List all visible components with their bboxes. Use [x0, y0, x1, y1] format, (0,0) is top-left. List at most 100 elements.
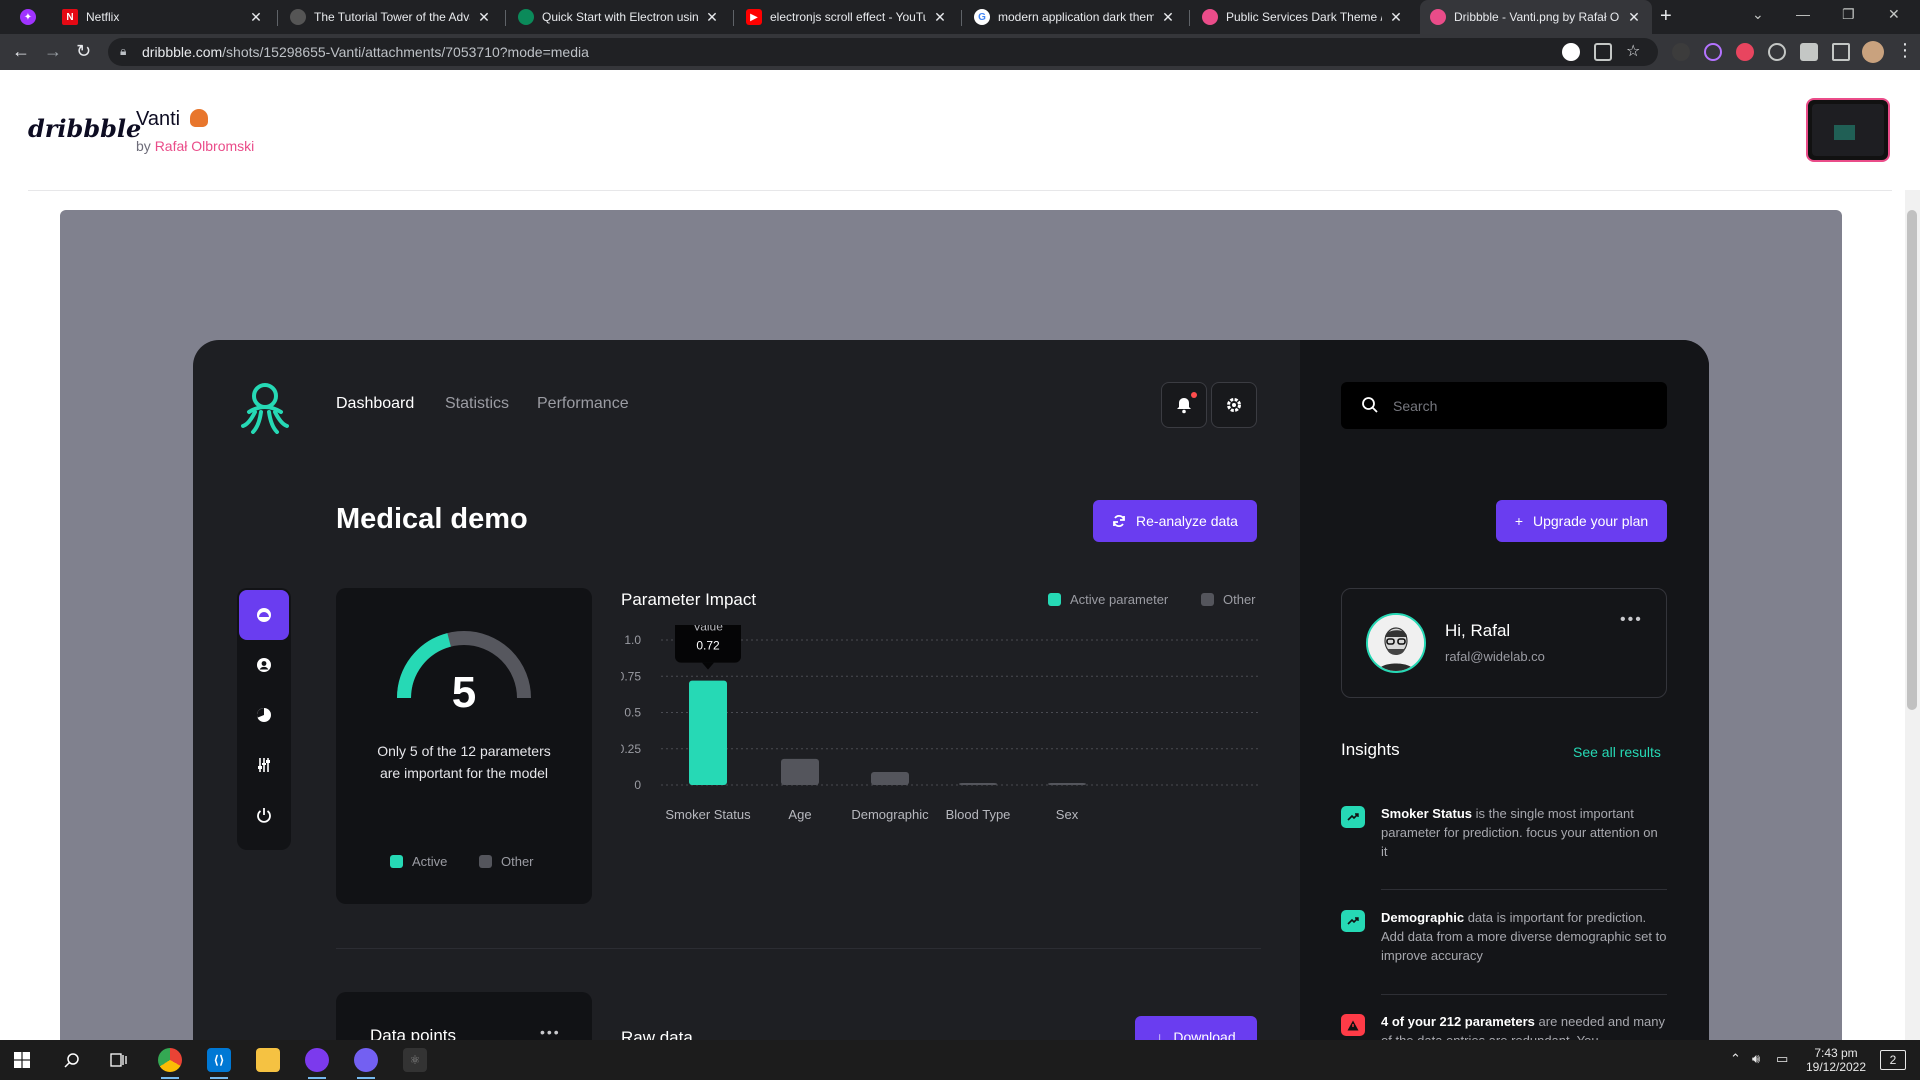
file-explorer-taskbar-icon[interactable] [256, 1048, 280, 1072]
close-tab-icon[interactable]: ✕ [1388, 9, 1404, 26]
site-icon [290, 9, 306, 25]
dribbble-icon [1430, 9, 1446, 25]
page-title: Medical demo [336, 503, 528, 535]
viber-taskbar-icon[interactable] [354, 1048, 378, 1072]
tab-tutorial-tower[interactable]: The Tutorial Tower of the Adva ✕ [280, 0, 502, 34]
dribbble-header: dribbble Vanti by Rafał Olbromski [0, 70, 1905, 190]
x-tick-label: Demographic [851, 807, 929, 822]
lock-icon: 🔒︎ [120, 44, 127, 58]
window-close-icon[interactable]: ✕ [1888, 6, 1900, 23]
more-options-icon[interactable]: ••• [540, 1024, 561, 1040]
address-bar[interactable]: 🔒︎ dribbble.com/shots/15298655-Vanti/att… [108, 38, 1658, 66]
bookmark-star-icon[interactable]: ☆ [1626, 41, 1644, 60]
tab-google-search[interactable]: G modern application dark theme ✕ [964, 0, 1186, 34]
share-icon[interactable] [1594, 43, 1612, 61]
bar-demographic [871, 771, 909, 785]
insight-item[interactable]: Demographic data is important for predic… [1341, 908, 1667, 978]
vanti-dashboard: Dashboard Statistics Performance Medical… [193, 340, 1709, 1040]
search-input[interactable]: Search [1341, 382, 1667, 429]
tab-pinned-messenger[interactable]: ✦ [10, 0, 46, 34]
menu-icon[interactable]: ⋮ [1896, 40, 1914, 61]
tab-youtube[interactable]: ▶ electronjs scroll effect - YouTub ✕ [736, 0, 958, 34]
y-tick-label: 1.0 [624, 633, 641, 647]
profile-avatar[interactable] [1862, 41, 1884, 63]
electron-app-taskbar-icon[interactable]: ⚛ [403, 1048, 427, 1072]
parameter-impact-chart: 0 0.25 0.5 0.75 1.0 Smoker Status Age Demograph… [621, 625, 1261, 822]
close-tab-icon[interactable]: ✕ [1626, 9, 1642, 26]
extension-icon[interactable] [1736, 43, 1754, 61]
extension-icon[interactable] [1768, 43, 1786, 61]
network-icon[interactable]: ▭ [1776, 1052, 1788, 1066]
tab-electron-quickstart[interactable]: Quick Start with Electron using ✕ [508, 0, 730, 34]
shot-canvas: Dashboard Statistics Performance Medical… [60, 210, 1842, 1040]
close-tab-icon[interactable]: ✕ [932, 9, 948, 26]
scrollbar-thumb[interactable] [1907, 210, 1917, 710]
site-icon [518, 9, 534, 25]
tab-search-icon[interactable]: ⌄ [1752, 6, 1764, 23]
sidebar-item-overview[interactable] [239, 590, 289, 640]
taskbar-clock[interactable]: 7:43 pm 19/12/2022 [1796, 1046, 1876, 1074]
nav-statistics[interactable]: Statistics [445, 395, 509, 413]
avatar[interactable] [1366, 613, 1426, 673]
octopus-logo-icon [241, 383, 289, 434]
vscode-taskbar-icon[interactable]: ⟨⟩ [207, 1048, 231, 1072]
puzzle-icon[interactable] [1800, 43, 1818, 61]
reload-icon[interactable]: ↻ [76, 41, 91, 62]
shot-title: Vanti [136, 108, 208, 131]
sidebar-item-filters[interactable] [239, 740, 289, 790]
new-tab-icon[interactable]: + [1660, 5, 1672, 28]
search-icon[interactable] [64, 1052, 80, 1068]
author-link[interactable]: Rafał Olbromski [155, 138, 255, 154]
forward-icon[interactable]: → [44, 41, 62, 62]
side-panel-icon[interactable] [1832, 43, 1850, 61]
y-tick-label: 0.5 [624, 706, 641, 720]
nav-performance[interactable]: Performance [537, 395, 629, 413]
sidebar-item-logout[interactable] [239, 790, 289, 840]
sidebar-item-profile[interactable] [239, 640, 289, 690]
important-parameters-card: 5 Only 5 of the 12 parameters are import… [336, 588, 592, 904]
settings-button[interactable] [1211, 382, 1257, 428]
windows-start-icon[interactable] [14, 1052, 30, 1068]
insight-item[interactable]: Smoker Status is the single most importa… [1341, 804, 1667, 874]
google-lens-icon[interactable] [1562, 43, 1580, 61]
notifications-button[interactable] [1161, 382, 1207, 428]
reanalyze-button[interactable]: Re-analyze data [1093, 500, 1257, 542]
upgrade-plan-button[interactable]: + Upgrade your plan [1496, 500, 1667, 542]
close-tab-icon[interactable]: ✕ [704, 9, 720, 26]
download-button[interactable]: ↓ Download [1135, 1016, 1257, 1040]
bar-smoker-status [689, 680, 727, 785]
tab-public-services[interactable]: Public Services Dark Theme // ✕ [1192, 0, 1414, 34]
tray-chevron-icon[interactable]: ⌃ [1730, 1052, 1741, 1066]
volume-icon[interactable]: 🔊︎ [1752, 1052, 1760, 1066]
extension-icon[interactable] [1704, 43, 1722, 61]
tab-netflix[interactable]: N Netflix ✕ [52, 0, 274, 34]
trend-up-icon [1341, 806, 1365, 828]
sidebar-item-reports[interactable] [239, 690, 289, 740]
nav-dashboard[interactable]: Dashboard [336, 395, 414, 413]
browser-toolbar: ← → ↻ 🔒︎ dribbble.com/shots/15298655-Van… [0, 34, 1920, 70]
user-circle-icon [257, 658, 271, 672]
notification-center-icon[interactable]: 2 [1880, 1050, 1906, 1070]
github-desktop-taskbar-icon[interactable] [305, 1048, 329, 1072]
tab-dribbble-vanti[interactable]: Dribbble - Vanti.png by Rafał O ✕ [1420, 0, 1652, 34]
attachment-thumbnail[interactable] [1806, 98, 1890, 162]
score-description: Only 5 of the 12 parameters are importan… [377, 743, 551, 781]
close-tab-icon[interactable]: ✕ [248, 9, 264, 26]
minimize-icon[interactable]: — [1796, 6, 1810, 22]
section-divider [336, 948, 1261, 949]
pie-chart-icon [256, 708, 271, 722]
back-icon[interactable]: ← [12, 41, 30, 62]
see-all-results-link[interactable]: See all results [1573, 744, 1661, 760]
task-view-icon[interactable] [110, 1052, 128, 1068]
dribbble-logo[interactable]: dribbble [28, 114, 141, 143]
download-icon: ↓ [1156, 1029, 1164, 1040]
y-tick-label: 0.25 [621, 742, 641, 756]
raw-data-title: Raw data [621, 1028, 693, 1040]
insight-item[interactable]: 4 of your 212 parameters are needed and … [1341, 1012, 1667, 1040]
close-tab-icon[interactable]: ✕ [476, 9, 492, 26]
chrome-taskbar-icon[interactable] [158, 1048, 182, 1072]
more-options-icon[interactable]: ••• [1620, 611, 1643, 629]
close-tab-icon[interactable]: ✕ [1160, 9, 1176, 26]
extension-icon[interactable] [1672, 43, 1690, 61]
restore-icon[interactable]: ❐ [1842, 6, 1855, 23]
